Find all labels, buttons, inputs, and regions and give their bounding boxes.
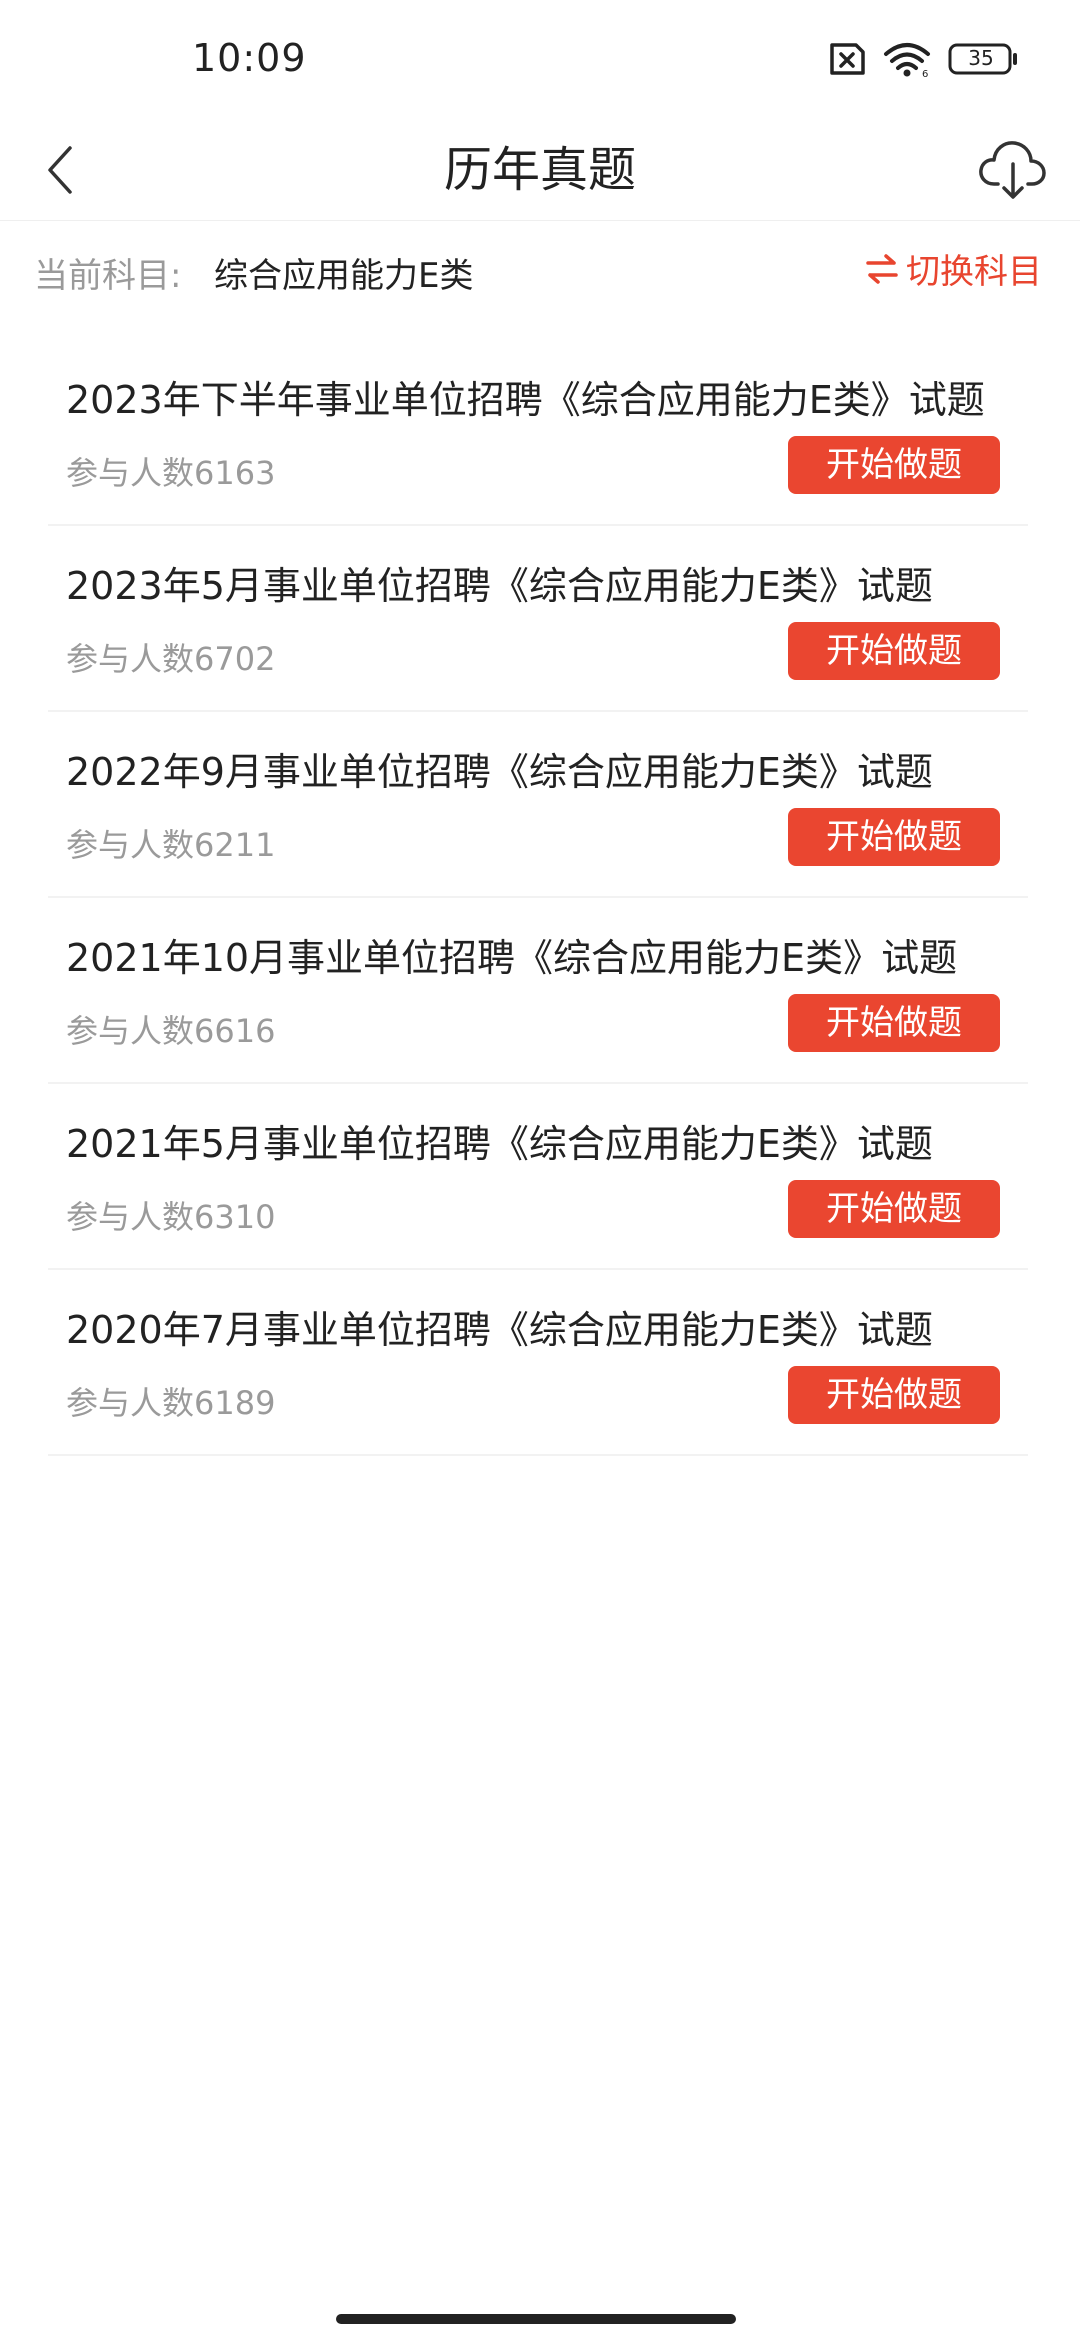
home-indicator[interactable] bbox=[336, 2314, 736, 2324]
participant-count: 参与人数6189 bbox=[66, 1384, 276, 1422]
list-item[interactable]: 2022年9月事业单位招聘《综合应用能力E类》试题 参与人数6211 开始做题 bbox=[48, 712, 1028, 898]
exam-title: 2020年7月事业单位招聘《综合应用能力E类》试题 bbox=[66, 1308, 933, 1352]
participant-count: 参与人数6616 bbox=[66, 1012, 276, 1050]
list-item[interactable]: 2021年5月事业单位招聘《综合应用能力E类》试题 参与人数6310 开始做题 bbox=[48, 1084, 1028, 1270]
exam-title: 2023年5月事业单位招聘《综合应用能力E类》试题 bbox=[66, 564, 933, 608]
exam-meta: 参与人数6211 开始做题 bbox=[66, 808, 1028, 872]
swap-arrows-icon bbox=[866, 253, 898, 284]
list-item[interactable]: 2020年7月事业单位招聘《综合应用能力E类》试题 参与人数6189 开始做题 bbox=[48, 1270, 1028, 1456]
cloud-download-icon bbox=[979, 141, 1046, 199]
list-item[interactable]: 2023年下半年事业单位招聘《综合应用能力E类》试题 参与人数6163 开始做题 bbox=[48, 340, 1028, 526]
participant-count: 参与人数6163 bbox=[66, 454, 276, 492]
current-subject-label: 当前科目: bbox=[34, 256, 182, 296]
wifi-icon: 6 bbox=[884, 43, 930, 78]
exam-title: 2021年10月事业单位招聘《综合应用能力E类》试题 bbox=[66, 936, 958, 980]
list-item[interactable]: 2021年10月事业单位招聘《综合应用能力E类》试题 参与人数6616 开始做题 bbox=[48, 898, 1028, 1084]
battery-indicator: 35 bbox=[948, 42, 1020, 76]
exam-title: 2021年5月事业单位招聘《综合应用能力E类》试题 bbox=[66, 1122, 933, 1166]
svg-text:6: 6 bbox=[922, 69, 928, 78]
start-exam-button[interactable]: 开始做题 bbox=[788, 436, 1000, 494]
exam-title: 2022年9月事业单位招聘《综合应用能力E类》试题 bbox=[66, 750, 933, 794]
exam-meta: 参与人数6310 开始做题 bbox=[66, 1180, 1028, 1244]
back-button[interactable] bbox=[30, 138, 94, 202]
start-exam-button[interactable]: 开始做题 bbox=[788, 994, 1000, 1052]
status-time: 10:09 bbox=[192, 36, 307, 80]
exam-meta: 参与人数6702 开始做题 bbox=[66, 622, 1028, 686]
chevron-left-icon bbox=[48, 146, 72, 194]
nav-bar: 历年真题 bbox=[0, 120, 1080, 221]
list-item[interactable]: 2023年5月事业单位招聘《综合应用能力E类》试题 参与人数6702 开始做题 bbox=[48, 526, 1028, 712]
current-subject-value: 综合应用能力E类 bbox=[214, 256, 474, 296]
switch-subject-label: 切换科目 bbox=[906, 252, 1042, 292]
exam-meta: 参与人数6189 开始做题 bbox=[66, 1366, 1028, 1430]
exam-list: 2023年下半年事业单位招聘《综合应用能力E类》试题 参与人数6163 开始做题… bbox=[48, 340, 1028, 1456]
page-title: 历年真题 bbox=[443, 142, 636, 198]
current-subject-row: 当前科目: 综合应用能力E类 切换科目 bbox=[0, 222, 1080, 318]
start-exam-button[interactable]: 开始做题 bbox=[788, 1366, 1000, 1424]
battery-level: 35 bbox=[968, 46, 994, 70]
exam-title: 2023年下半年事业单位招聘《综合应用能力E类》试题 bbox=[66, 378, 985, 422]
participant-count: 参与人数6702 bbox=[66, 640, 276, 678]
status-bar: 10:09 6 35 bbox=[0, 0, 1080, 120]
start-exam-button[interactable]: 开始做题 bbox=[788, 1180, 1000, 1238]
switch-subject-button[interactable]: 切换科目 bbox=[864, 244, 1042, 293]
start-exam-button[interactable]: 开始做题 bbox=[788, 622, 1000, 680]
exam-meta: 参与人数6616 开始做题 bbox=[66, 994, 1028, 1058]
exam-meta: 参与人数6163 开始做题 bbox=[66, 436, 1028, 500]
start-exam-button[interactable]: 开始做题 bbox=[788, 808, 1000, 866]
status-icons: 6 35 bbox=[824, 40, 1020, 78]
participant-count: 参与人数6310 bbox=[66, 1198, 276, 1236]
participant-count: 参与人数6211 bbox=[66, 826, 276, 864]
sim-error-icon bbox=[830, 43, 865, 75]
download-button[interactable] bbox=[976, 132, 1050, 206]
